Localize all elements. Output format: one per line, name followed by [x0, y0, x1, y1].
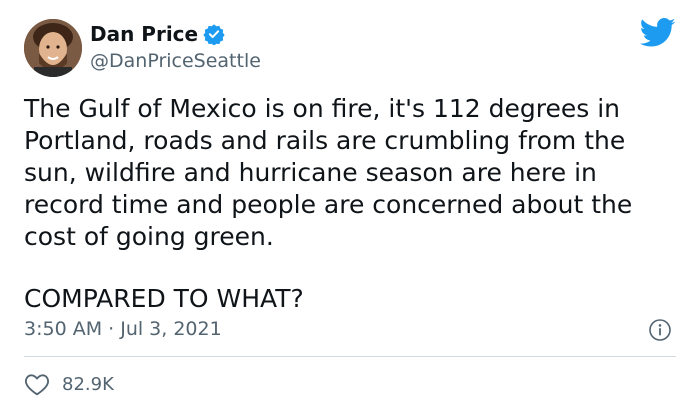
- twitter-bird-icon[interactable]: [639, 18, 676, 48]
- like-button[interactable]: 82.9K: [24, 372, 114, 396]
- like-count: 82.9K: [62, 373, 114, 395]
- tweet-timestamp[interactable]: 3:50 AM · Jul 3, 2021: [24, 318, 222, 340]
- heart-icon[interactable]: [24, 372, 50, 396]
- author-name[interactable]: Dan Price: [90, 22, 198, 46]
- tweet-card: Dan Price @DanPriceSeattle The Gulf of M…: [0, 0, 700, 411]
- tweet-paragraph: COMPARED TO WHAT?: [24, 284, 304, 313]
- tweet-paragraph: The Gulf of Mexico is on fire, it's 112 …: [24, 94, 641, 251]
- divider: [24, 356, 676, 357]
- author-name-row[interactable]: Dan Price: [90, 22, 225, 46]
- verified-badge-icon: [203, 23, 225, 46]
- author-handle[interactable]: @DanPriceSeattle: [90, 50, 261, 72]
- avatar[interactable]: [24, 19, 82, 77]
- tweet-text: The Gulf of Mexico is on fire, it's 112 …: [24, 93, 674, 315]
- info-icon[interactable]: [648, 318, 672, 342]
